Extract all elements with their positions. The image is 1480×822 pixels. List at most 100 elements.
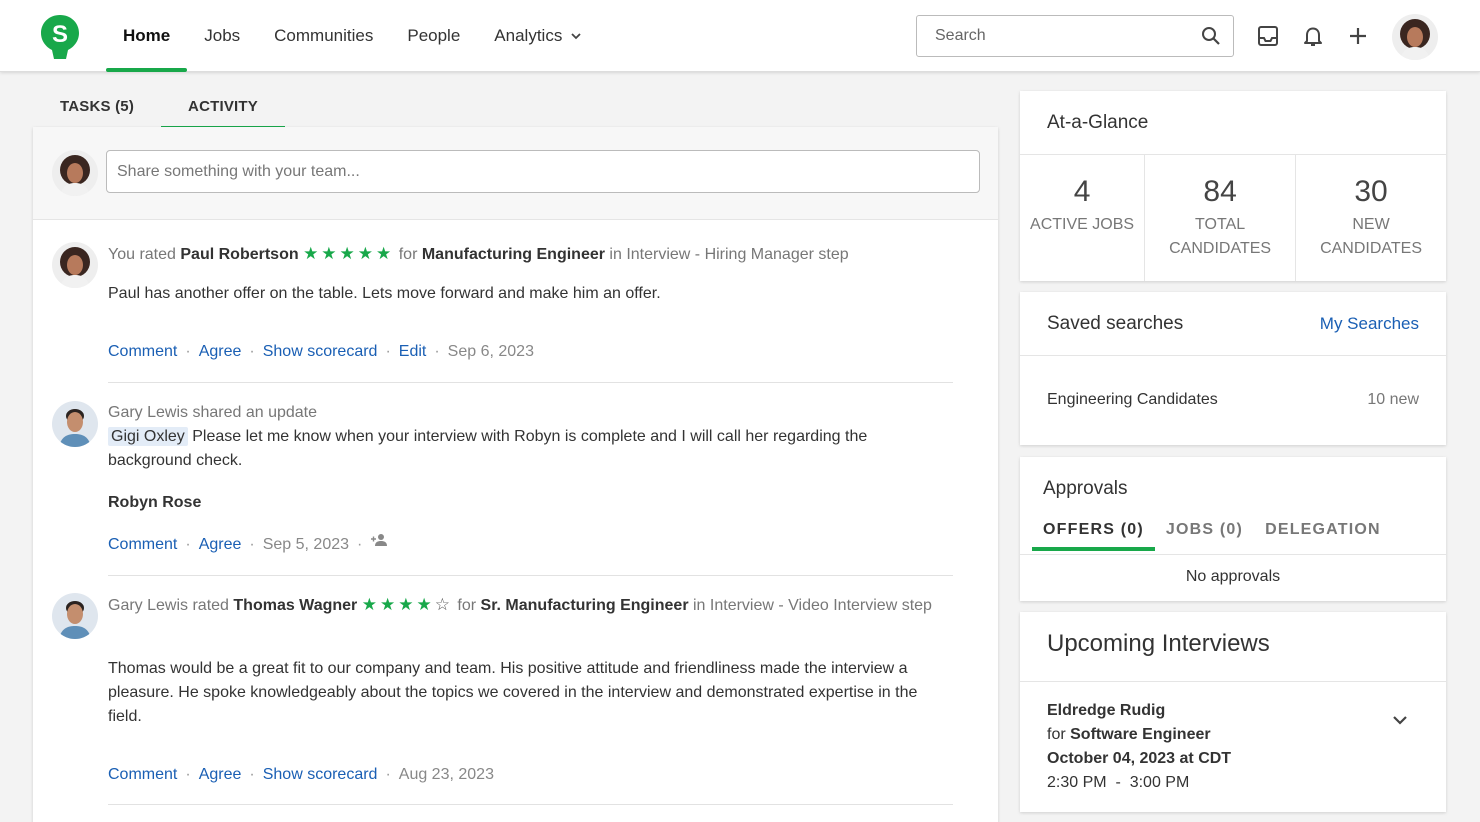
comment-link[interactable]: Comment — [108, 536, 177, 553]
rating-stars: ★★★★☆ — [362, 595, 453, 614]
shared-group-icon — [371, 534, 388, 546]
user-avatar[interactable] — [1392, 14, 1438, 60]
interview-time: 2:30 PM - 3:00 PM — [1047, 774, 1190, 791]
my-searches-link[interactable]: My Searches — [1320, 314, 1419, 334]
post-subject[interactable]: Robyn Rose — [108, 491, 953, 515]
post-avatar — [52, 401, 98, 447]
post-avatar — [52, 593, 98, 639]
approvals-tabs: OFFERS (0) JOBS (0) DELEGATION — [1032, 521, 1392, 551]
post-date: Aug 23, 2023 — [398, 766, 494, 783]
saved-search-count: 10 new — [1367, 391, 1419, 408]
nav-home[interactable]: Home — [106, 0, 188, 72]
stat-number: 4 — [1073, 175, 1091, 208]
user-avatar-image — [1392, 14, 1438, 60]
nav-people-label: People — [407, 26, 461, 45]
job-name[interactable]: Sr. Manufacturing Engineer — [481, 597, 689, 614]
nav-communities-label: Communities — [274, 26, 374, 45]
card-title: Upcoming Interviews — [1047, 630, 1270, 657]
comment-link[interactable]: Comment — [108, 343, 177, 360]
step-label: in Interview - Video Interview step — [693, 597, 932, 614]
share-input[interactable] — [106, 150, 980, 193]
post-date: Sep 5, 2023 — [262, 536, 350, 553]
post-actions: Comment · Agree · Show scorecard · Aug 23, 202… — [108, 766, 494, 783]
stat-label: ACTIVE JOBS — [1030, 216, 1135, 233]
main-nav: Home Jobs Communities People Analytics — [106, 0, 599, 72]
stat-total-candidates[interactable]: 84 TOTAL CANDIDATES — [1145, 155, 1297, 281]
interview-item[interactable]: Eldredge Rudig for Software Engineer Oct… — [1047, 699, 1231, 795]
tab-tasks[interactable]: TASKS (5) — [33, 88, 161, 127]
saved-searches-card: Saved searches My Searches Engineering C… — [1020, 292, 1446, 445]
nav-people[interactable]: People — [390, 0, 477, 72]
tab-jobs[interactable]: JOBS (0) — [1155, 521, 1254, 551]
bell-icon[interactable] — [1301, 24, 1325, 48]
agree-link[interactable]: Agree — [199, 766, 242, 783]
step-label: in Interview - Hiring Manager step — [609, 246, 849, 263]
interview-date: October 04, 2023 at CDT — [1047, 750, 1232, 767]
for-label: for — [457, 597, 477, 614]
activity-feed: You rated Paul Robertson ★★★★★ for Manuf… — [33, 127, 998, 822]
chevron-down-icon — [571, 33, 581, 40]
chevron-down-icon[interactable] — [1392, 714, 1408, 726]
tab-activity[interactable]: ACTIVITY — [161, 88, 285, 129]
search-box — [916, 15, 1234, 57]
post-avatar-image — [52, 593, 98, 639]
post-actions: Comment · Agree · Sep 5, 2023 · — [108, 533, 953, 557]
agree-link[interactable]: Agree — [199, 536, 242, 553]
feed-tabs: TASKS (5) ACTIVITY — [33, 88, 285, 129]
divider — [108, 575, 953, 576]
nav-analytics-label: Analytics — [494, 26, 563, 45]
candidate-name[interactable]: Thomas Wagner — [233, 597, 357, 614]
composer-avatar-image — [52, 150, 98, 196]
upcoming-interviews-card: Upcoming Interviews Eldredge Rudig for S… — [1020, 612, 1446, 812]
stat-new-candidates[interactable]: 30 NEW CANDIDATES — [1296, 155, 1446, 281]
tab-delegation[interactable]: DELEGATION — [1254, 521, 1392, 551]
stat-label: NEW CANDIDATES — [1320, 216, 1422, 257]
inbox-icon[interactable] — [1256, 24, 1280, 48]
post-avatar-image — [52, 401, 98, 447]
composer-avatar — [52, 150, 98, 196]
post-prefix: You rated — [108, 246, 176, 263]
post-actions: Comment · Agree · Show scorecard · Edit · Sep 6,… — [108, 343, 534, 360]
approvals-card: Approvals OFFERS (0) JOBS (0) DELEGATION… — [1020, 457, 1446, 601]
stat-active-jobs[interactable]: 4 ACTIVE JOBS — [1020, 155, 1146, 281]
post-header: Gary Lewis shared an update — [108, 404, 318, 421]
post-date: Sep 6, 2023 — [447, 343, 534, 360]
divider — [1020, 681, 1446, 682]
edit-link[interactable]: Edit — [399, 343, 427, 360]
nav-jobs[interactable]: Jobs — [187, 0, 257, 72]
divider — [108, 382, 953, 383]
post-avatar-image — [52, 242, 98, 288]
divider — [1020, 554, 1446, 555]
job-name[interactable]: Manufacturing Engineer — [422, 246, 605, 263]
plus-icon[interactable] — [1346, 24, 1370, 48]
comment-link[interactable]: Comment — [108, 766, 177, 783]
interviewee-name: Eldredge Rudig — [1047, 702, 1166, 719]
post-header: You rated Paul Robertson ★★★★★ for Manuf… — [108, 242, 953, 267]
card-title: Saved searches — [1047, 313, 1184, 334]
empty-star: ☆ — [434, 595, 453, 614]
interview-for-label: for — [1047, 726, 1066, 743]
saved-search-item[interactable]: Engineering Candidates — [1047, 391, 1218, 409]
for-label: for — [398, 246, 418, 263]
approvals-empty: No approvals — [1185, 568, 1281, 585]
post-text-content: Please let me know when your interview w… — [108, 428, 868, 469]
nav-communities[interactable]: Communities — [257, 0, 390, 72]
mention-tag[interactable]: Gigi Oxley — [108, 427, 188, 446]
card-title: Approvals — [1043, 478, 1128, 499]
tab-offers[interactable]: OFFERS (0) — [1032, 521, 1155, 551]
interview-job-name: Software Engineer — [1070, 726, 1211, 743]
candidate-name[interactable]: Paul Robertson — [180, 246, 298, 263]
composer — [33, 127, 998, 220]
agree-link[interactable]: Agree — [199, 343, 242, 360]
post-text: Gigi Oxley Please let me know when your … — [108, 425, 953, 473]
divider — [1020, 355, 1446, 356]
nav-home-label: Home — [123, 26, 171, 45]
nav-analytics[interactable]: Analytics — [477, 0, 599, 72]
logo-icon[interactable]: S — [40, 14, 80, 60]
nav-jobs-label: Jobs — [204, 26, 241, 45]
show-scorecard-link[interactable]: Show scorecard — [263, 766, 378, 783]
show-scorecard-link[interactable]: Show scorecard — [263, 343, 378, 360]
search-icon[interactable] — [1201, 26, 1221, 46]
search-input[interactable] — [917, 16, 1177, 56]
svg-text:S: S — [52, 21, 68, 48]
